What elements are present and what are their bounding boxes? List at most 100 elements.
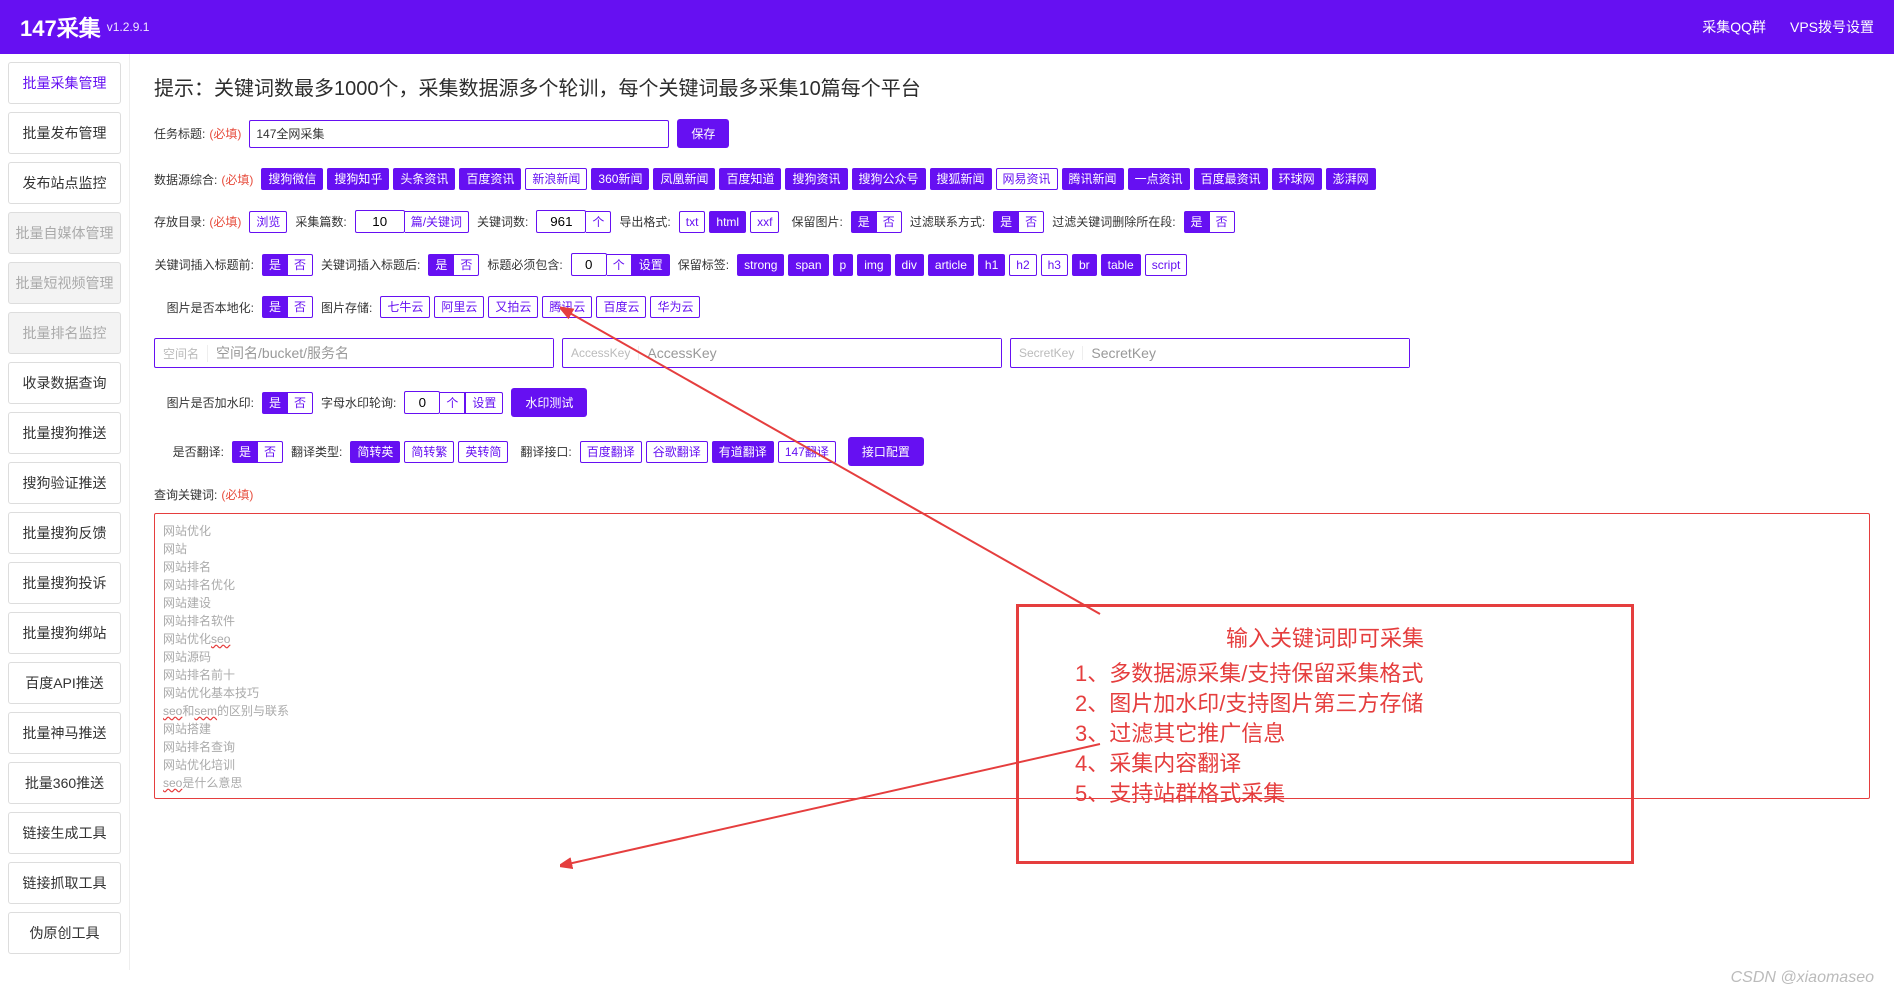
keep-tag-7[interactable]: h2	[1009, 254, 1036, 276]
sidebar-item-11[interactable]: 批量搜狗绑站	[8, 612, 121, 654]
format-tag-1[interactable]: html	[709, 211, 746, 233]
save-button[interactable]: 保存	[677, 119, 729, 148]
header-link-qq[interactable]: 采集QQ群	[1702, 17, 1766, 37]
translate-api-tag-3[interactable]: 147翻译	[778, 441, 836, 463]
sidebar-item-12[interactable]: 百度API推送	[8, 662, 121, 704]
store-tag-1[interactable]: 阿里云	[434, 296, 484, 318]
insert-after-no[interactable]: 否	[453, 254, 479, 276]
sidebar-item-9[interactable]: 批量搜狗反馈	[8, 512, 121, 554]
source-tag-2[interactable]: 头条资讯	[393, 168, 455, 190]
sidebar-item-13[interactable]: 批量神马推送	[8, 712, 121, 754]
keep-tag-3[interactable]: img	[857, 254, 890, 276]
source-tag-9[interactable]: 搜狗公众号	[852, 168, 926, 190]
source-tag-1[interactable]: 搜狗知乎	[327, 168, 389, 190]
keep-tag-4[interactable]: div	[895, 254, 924, 276]
translate-yes[interactable]: 是	[232, 441, 257, 463]
accesskey-field-label: AccessKey	[563, 346, 639, 360]
translate-api-tag-0[interactable]: 百度翻译	[580, 441, 642, 463]
keep-tag-11[interactable]: script	[1145, 254, 1188, 276]
source-tag-11[interactable]: 网易资讯	[996, 168, 1058, 190]
keep-tag-0[interactable]: strong	[737, 254, 784, 276]
translate-no[interactable]: 否	[257, 441, 283, 463]
source-tag-10[interactable]: 搜狐新闻	[930, 168, 992, 190]
source-tag-6[interactable]: 凤凰新闻	[653, 168, 715, 190]
keep-image-no[interactable]: 否	[876, 211, 902, 233]
export-format-label: 导出格式:	[619, 213, 670, 230]
translate-type-tag-2[interactable]: 英转简	[458, 441, 508, 463]
title-must-set-button[interactable]: 设置	[632, 254, 670, 276]
keep-image-yes[interactable]: 是	[851, 211, 876, 233]
keyword-line-2: 网站排名	[163, 558, 1861, 576]
filter-contact-no[interactable]: 否	[1018, 211, 1044, 233]
watermark-set-button[interactable]: 设置	[465, 392, 503, 414]
source-tag-13[interactable]: 一点资讯	[1128, 168, 1190, 190]
store-tag-2[interactable]: 又拍云	[488, 296, 538, 318]
insert-before-yes[interactable]: 是	[262, 254, 287, 276]
sidebar-item-1[interactable]: 批量发布管理	[8, 112, 121, 154]
space-input[interactable]	[208, 339, 553, 367]
keep-tag-8[interactable]: h3	[1041, 254, 1068, 276]
sidebar-item-15[interactable]: 链接生成工具	[8, 812, 121, 854]
task-title-input[interactable]	[249, 120, 669, 148]
store-tag-4[interactable]: 百度云	[596, 296, 646, 318]
sidebar-item-10[interactable]: 批量搜狗投诉	[8, 562, 121, 604]
source-tag-16[interactable]: 澎湃网	[1326, 168, 1376, 190]
source-tag-12[interactable]: 腾讯新闻	[1062, 168, 1124, 190]
keep-tag-label: 保留标签:	[678, 256, 729, 273]
secretkey-input[interactable]	[1083, 339, 1409, 367]
watermark-no[interactable]: 否	[287, 392, 313, 414]
sidebar-item-6[interactable]: 收录数据查询	[8, 362, 121, 404]
accesskey-field: AccessKey	[562, 338, 1002, 368]
watermark-rotate-input[interactable]	[404, 391, 440, 414]
format-tag-2[interactable]: xxf	[750, 211, 779, 233]
header-link-vps[interactable]: VPS拨号设置	[1790, 17, 1874, 37]
keyword-count-input[interactable]	[536, 210, 586, 233]
translate-api-tag-1[interactable]: 谷歌翻译	[646, 441, 708, 463]
source-tag-4[interactable]: 新浪新闻	[525, 168, 587, 190]
keep-tag-9[interactable]: br	[1072, 254, 1097, 276]
store-tag-0[interactable]: 七牛云	[380, 296, 430, 318]
keep-tag-6[interactable]: h1	[978, 254, 1005, 276]
source-tag-8[interactable]: 搜狗资讯	[785, 168, 847, 190]
source-tag-7[interactable]: 百度知道	[719, 168, 781, 190]
sidebar-item-7[interactable]: 批量搜狗推送	[8, 412, 121, 454]
insert-after-yes[interactable]: 是	[428, 254, 453, 276]
sidebar-item-0[interactable]: 批量采集管理	[8, 62, 121, 104]
sidebar-item-8[interactable]: 搜狗验证推送	[8, 462, 121, 504]
keyword-line-9: 网站优化基本技巧	[163, 684, 1861, 702]
keep-tag-5[interactable]: article	[928, 254, 974, 276]
keywords-textarea[interactable]: 网站优化网站网站排名网站排名优化网站建设网站排名软件网站优化seo网站源码网站排…	[154, 513, 1870, 799]
translate-api-tag-2[interactable]: 有道翻译	[712, 441, 774, 463]
filter-kw-del-yes[interactable]: 是	[1184, 211, 1209, 233]
title-must-input[interactable]	[571, 253, 607, 276]
space-field: 空间名	[154, 338, 554, 368]
insert-before-no[interactable]: 否	[287, 254, 313, 276]
filter-contact-yes[interactable]: 是	[993, 211, 1018, 233]
keep-tag-10[interactable]: table	[1101, 254, 1141, 276]
collect-count-input[interactable]	[355, 210, 405, 233]
img-local-no[interactable]: 否	[287, 296, 313, 318]
sidebar-item-14[interactable]: 批量360推送	[8, 762, 121, 804]
source-tag-5[interactable]: 360新闻	[591, 168, 649, 190]
filter-kw-del-no[interactable]: 否	[1209, 211, 1235, 233]
source-tag-15[interactable]: 环球网	[1272, 168, 1322, 190]
accesskey-input[interactable]	[639, 339, 1001, 367]
sidebar-item-2[interactable]: 发布站点监控	[8, 162, 121, 204]
watermark-yes[interactable]: 是	[262, 392, 287, 414]
format-tag-0[interactable]: txt	[679, 211, 706, 233]
source-tag-14[interactable]: 百度最资讯	[1194, 168, 1268, 190]
keep-tag-1[interactable]: span	[788, 254, 828, 276]
store-tag-3[interactable]: 腾讯云	[542, 296, 592, 318]
store-tag-5[interactable]: 华为云	[650, 296, 700, 318]
browse-button[interactable]: 浏览	[249, 211, 287, 233]
source-tag-0[interactable]: 搜狗微信	[261, 168, 323, 190]
sidebar-item-17[interactable]: 伪原创工具	[8, 912, 121, 954]
translate-type-tag-0[interactable]: 简转英	[350, 441, 400, 463]
translate-type-tag-1[interactable]: 简转繁	[404, 441, 454, 463]
sidebar-item-16[interactable]: 链接抓取工具	[8, 862, 121, 904]
keep-tag-2[interactable]: p	[833, 254, 854, 276]
translate-config-button[interactable]: 接口配置	[848, 437, 924, 466]
source-tag-3[interactable]: 百度资讯	[459, 168, 521, 190]
img-local-yes[interactable]: 是	[262, 296, 287, 318]
watermark-test-button[interactable]: 水印测试	[511, 388, 587, 417]
